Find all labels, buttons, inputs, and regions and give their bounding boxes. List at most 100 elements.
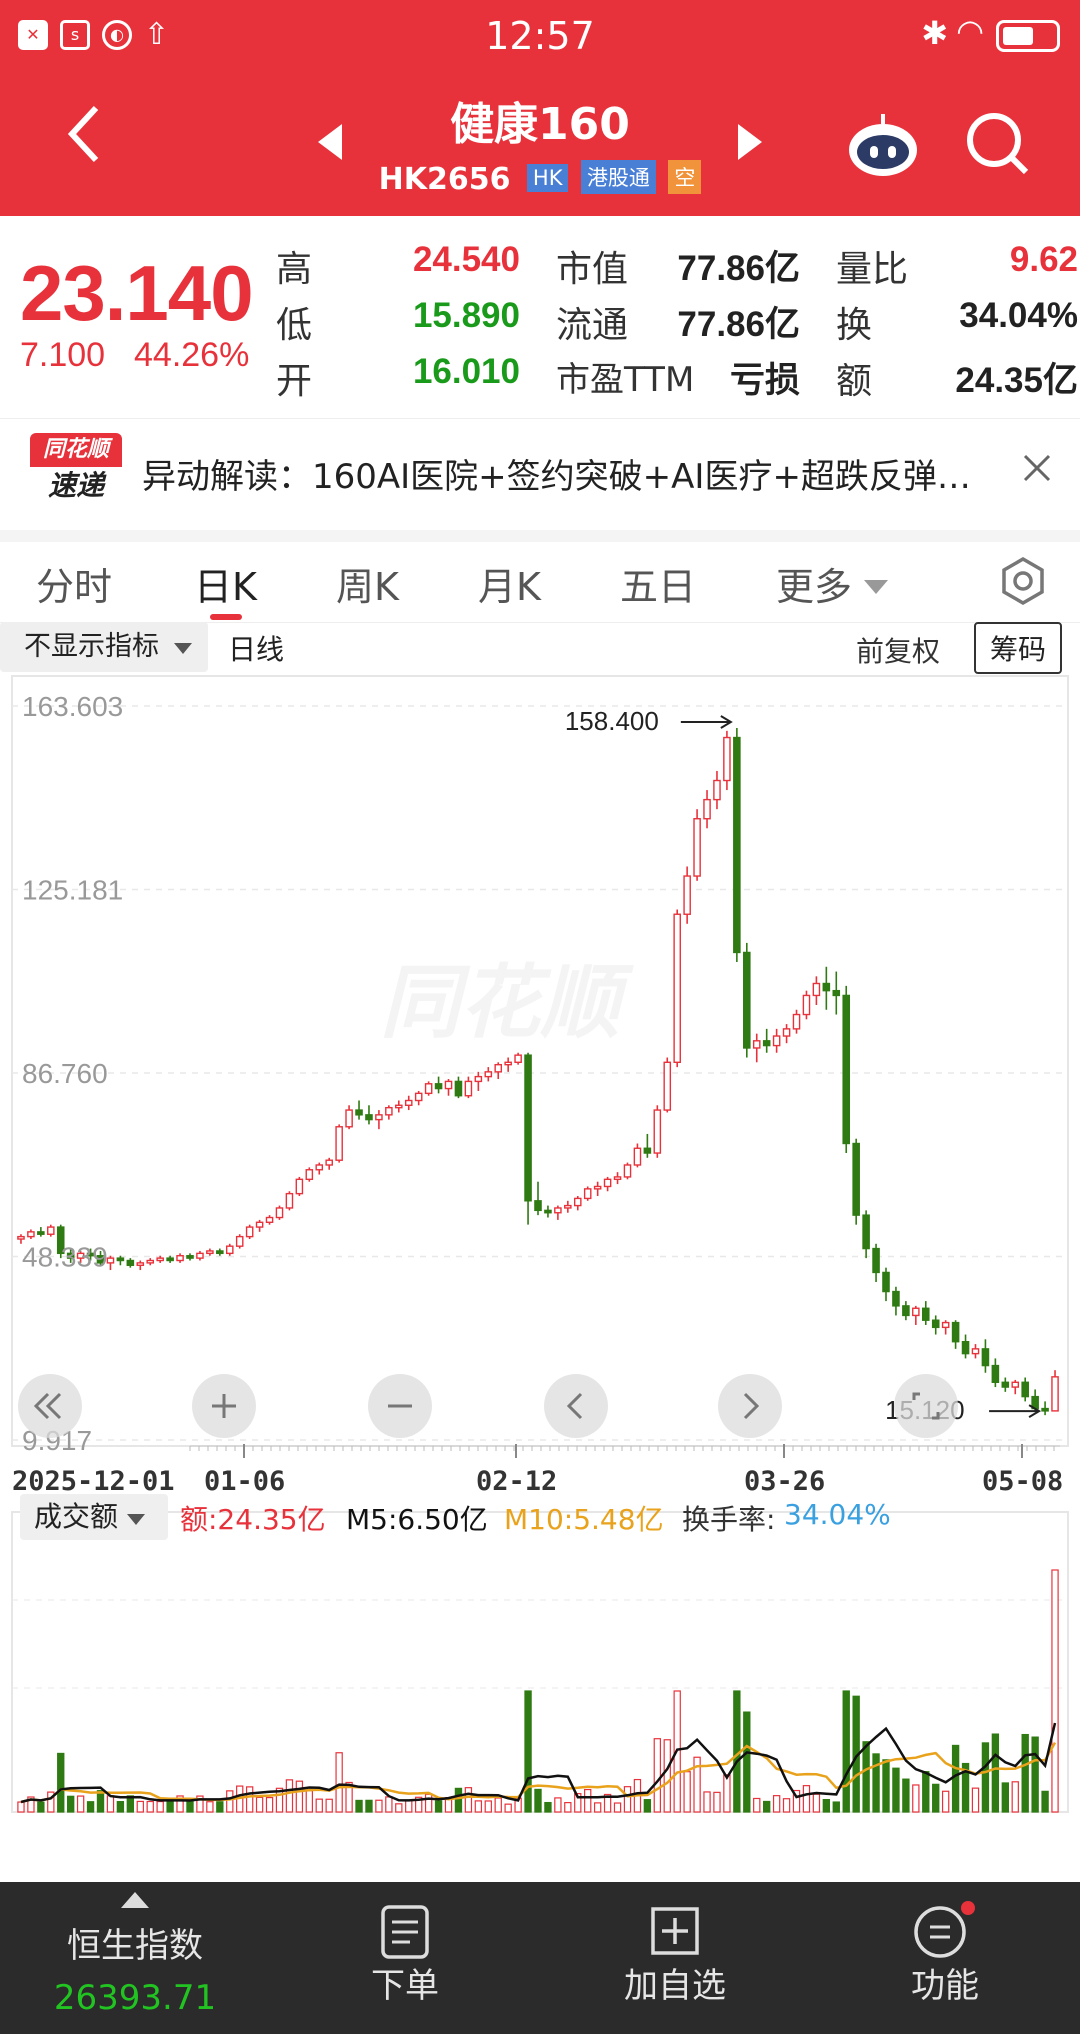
order-icon	[381, 1905, 429, 1959]
volume-bar	[76, 1795, 85, 1813]
candle-body	[583, 1188, 592, 1200]
candle-body	[872, 1247, 880, 1274]
candle-body	[444, 1080, 453, 1090]
volume-bar	[136, 1800, 144, 1813]
volume-bar	[981, 1742, 990, 1813]
candle-body	[931, 1319, 940, 1329]
bluetooth-icon: ✱	[921, 14, 948, 52]
volume-bar	[156, 1800, 164, 1813]
volume-m10: M10:5.48亿	[504, 1503, 664, 1536]
robot-assistant-icon[interactable]	[846, 112, 920, 182]
candle-body	[255, 1221, 264, 1228]
nav-add-watchlist[interactable]: 加自选	[540, 1882, 810, 2034]
candle-body	[106, 1257, 115, 1264]
close-icon[interactable]	[1022, 453, 1052, 487]
candle-body	[623, 1164, 632, 1178]
tab-intraday[interactable]: 分时	[36, 556, 112, 611]
volume-indicator-select[interactable]: 成交额	[20, 1494, 168, 1540]
search-icon[interactable]	[964, 110, 1030, 180]
volume-bar	[902, 1778, 910, 1813]
candle-body	[325, 1159, 333, 1166]
tab-more[interactable]: 更多	[776, 556, 889, 611]
volume-bar	[862, 1741, 870, 1813]
adjust-mode[interactable]: 前复权	[856, 630, 940, 670]
volume-bar	[534, 1788, 542, 1813]
volume-bar	[434, 1800, 443, 1813]
candle-body	[762, 1040, 771, 1047]
volume-bar	[593, 1802, 602, 1813]
volume-bar	[494, 1797, 502, 1813]
chips-button[interactable]: 筹码	[974, 622, 1063, 674]
candle-body	[902, 1305, 910, 1317]
menu-icon	[914, 1901, 975, 1958]
zoom-out-icon[interactable]	[368, 1374, 432, 1438]
candle-body	[822, 982, 831, 992]
candle-body	[713, 779, 721, 801]
status-bar: ✕ s ◐ ⇧ 12:57 ✱ ◠	[0, 0, 1080, 72]
label-volume-ratio: 量比	[836, 249, 909, 290]
volume-bar	[315, 1798, 323, 1813]
value-volume-ratio: 9.62	[1009, 240, 1078, 279]
volume-bar	[842, 1690, 850, 1813]
battery-icon	[996, 20, 1060, 52]
pan-right-icon[interactable]	[718, 1374, 782, 1438]
volume-bar	[832, 1801, 840, 1813]
fullscreen-icon[interactable]	[894, 1374, 958, 1438]
candle-body	[424, 1083, 433, 1095]
candle-body	[315, 1164, 324, 1171]
candle-body	[395, 1104, 403, 1109]
candle-body	[524, 1054, 532, 1202]
label-amount: 额	[836, 361, 873, 402]
candle-body	[752, 1040, 761, 1049]
index-ticker[interactable]: 恒生指数 26393.71	[0, 1882, 270, 2034]
news-banner[interactable]: 同花顺 速递 异动解读：160AI医院+签约突破+AI医疗+超跌反弹…	[0, 418, 1080, 519]
y-tick-label: 86.760	[22, 1058, 108, 1089]
news-headline[interactable]: 异动解读：160AI医院+签约突破+AI医疗+超跌反弹…	[142, 449, 971, 498]
volume-bar	[623, 1786, 632, 1813]
indicator-select[interactable]: 不显示指标	[0, 622, 208, 672]
zoom-in-icon[interactable]	[192, 1374, 256, 1438]
candle-body	[27, 1231, 35, 1238]
settings-icon[interactable]	[998, 556, 1048, 610]
candle-body	[862, 1214, 870, 1250]
candle-body	[772, 1035, 781, 1047]
candle-body	[941, 1321, 950, 1329]
volume-bar	[872, 1753, 880, 1813]
candle-body	[146, 1259, 155, 1264]
candle-body	[991, 1364, 1000, 1383]
candle-body	[1021, 1381, 1029, 1398]
wifi-icon: ◠	[956, 12, 984, 50]
tab-five-day[interactable]: 五日	[620, 556, 696, 611]
volume-bar	[683, 1771, 691, 1813]
volume-bar	[772, 1795, 781, 1813]
nav-order[interactable]: 下单	[270, 1882, 540, 2034]
tab-daily-k[interactable]: 日K	[194, 556, 257, 611]
x-tick-label: 2025-12-01	[12, 1466, 175, 1497]
volume-bar	[584, 1788, 592, 1813]
tab-weekly-k[interactable]: 周K	[336, 556, 399, 611]
candle-body	[494, 1063, 503, 1073]
candle-body	[474, 1075, 483, 1083]
candle-body	[1041, 1407, 1049, 1412]
candle-body	[454, 1080, 463, 1097]
candle-body	[404, 1099, 413, 1106]
nav-functions[interactable]: 功能	[810, 1882, 1080, 2034]
value-low: 15.890	[412, 296, 520, 335]
tag-connect: 港股通	[580, 160, 656, 194]
candle-body	[355, 1109, 363, 1116]
indicator-select-label: 不显示指标	[24, 631, 159, 662]
chart-grid	[12, 705, 1068, 1441]
x-tick-label: 03-26	[744, 1466, 825, 1497]
volume-bar	[216, 1801, 224, 1813]
pan-left-icon[interactable]	[544, 1374, 608, 1438]
price-change-pct: 44.26%	[134, 336, 250, 374]
candle-body	[603, 1178, 612, 1188]
kline-chart[interactable]: 同花顺 163.603125.18186.76048.3399.917 158.…	[0, 670, 1080, 1870]
app-header: ✕ s ◐ ⇧ 12:57 ✱ ◠ 健康160 HK2656 HK 港股通 空	[0, 0, 1080, 216]
tab-monthly-k[interactable]: 月K	[478, 556, 541, 611]
candle-body	[235, 1235, 244, 1247]
candle-body	[434, 1083, 443, 1090]
volume-bar	[484, 1800, 492, 1813]
bottom-nav: 恒生指数 26393.71 下单 加自选 功能	[0, 1882, 1080, 2034]
rewind-icon[interactable]	[18, 1374, 82, 1438]
